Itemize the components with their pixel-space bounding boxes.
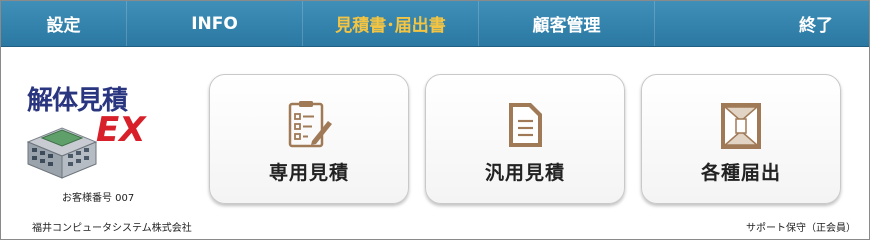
tile-label: 専用見積 [268, 162, 349, 184]
tile-dedicated-estimate[interactable]: 専用見積 [209, 74, 409, 204]
nav-estimates-notifications[interactable]: 見積書･届出書 [303, 1, 479, 46]
tile-notifications[interactable]: 各種届出 [641, 74, 841, 204]
envelope-icon [721, 103, 761, 149]
document-icon [509, 103, 542, 147]
clipboard-checklist-icon [288, 101, 332, 148]
building-icon [26, 127, 98, 179]
nav-exit[interactable]: 終了 [655, 1, 869, 46]
app-logo: 解体見積 EX [22, 80, 162, 180]
tile-label: 各種届出 [700, 162, 781, 184]
top-nav-bar: 設定 INFO 見積書･届出書 顧客管理 終了 [1, 1, 869, 47]
nav-settings[interactable]: 設定 [1, 1, 127, 46]
logo-ex: EX [96, 110, 146, 150]
nav-customer-management[interactable]: 顧客管理 [479, 1, 655, 46]
company-name: 福井コンピュータシステム株式会社 [32, 223, 192, 234]
support-status: サポート保守（正会員） [746, 223, 856, 234]
tile-label: 汎用見積 [484, 162, 565, 184]
nav-info[interactable]: INFO [127, 1, 303, 46]
tile-general-estimate[interactable]: 汎用見積 [425, 74, 625, 204]
customer-number: お客様番号 007 [62, 193, 135, 204]
